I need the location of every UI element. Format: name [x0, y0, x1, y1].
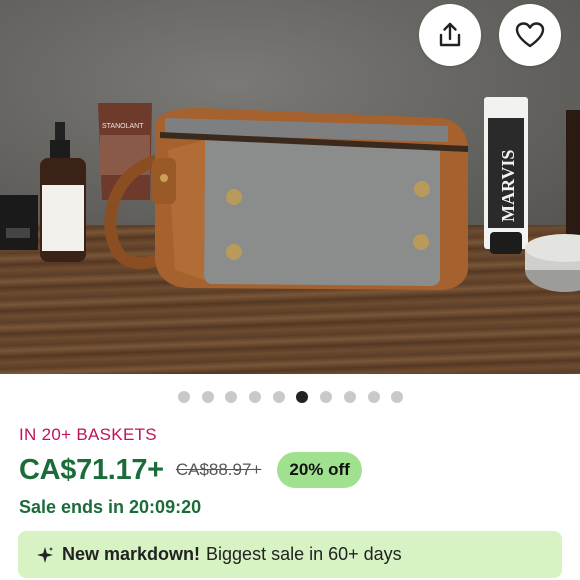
carousel-dot[interactable] [225, 391, 238, 403]
baskets-badge: IN 20+ BASKETS [19, 425, 157, 444]
sale-price: CA$71.17+ [19, 453, 164, 486]
heart-icon [515, 22, 545, 48]
product-image[interactable]: STANOLANT MARVIS [0, 0, 580, 374]
carousel-dot[interactable] [272, 391, 285, 403]
sale-countdown: Sale ends in 20:09:20 [19, 497, 202, 517]
share-button[interactable] [419, 4, 481, 66]
marvis-label: MARVIS [498, 150, 518, 222]
carousel-dot[interactable] [320, 391, 333, 403]
tube-brand-label: STANOLANT [102, 123, 144, 130]
markdown-banner: New markdown! Biggest sale in 60+ days [18, 531, 562, 578]
sparkle-icon [36, 546, 54, 564]
carousel-dot[interactable] [178, 391, 190, 403]
carousel-dot[interactable] [367, 391, 380, 403]
carousel-dot-active[interactable] [296, 391, 309, 403]
price-row: CA$71.17+ CA$88.97+ 20% off [19, 452, 362, 488]
favorite-button[interactable] [499, 4, 561, 66]
markdown-text: Biggest sale in 60+ days [206, 544, 402, 564]
share-icon [439, 22, 461, 47]
original-price: CA$88.97+ [175, 460, 262, 479]
image-carousel-dots [178, 391, 404, 403]
carousel-dot[interactable] [343, 391, 356, 403]
markdown-title: New markdown! [62, 544, 201, 564]
carousel-dot[interactable] [201, 391, 214, 403]
carousel-dot[interactable] [249, 391, 262, 403]
discount-badge: 20% off [277, 452, 362, 488]
product-photo-illustration: STANOLANT MARVIS [0, 97, 580, 292]
carousel-dot[interactable] [391, 391, 404, 403]
